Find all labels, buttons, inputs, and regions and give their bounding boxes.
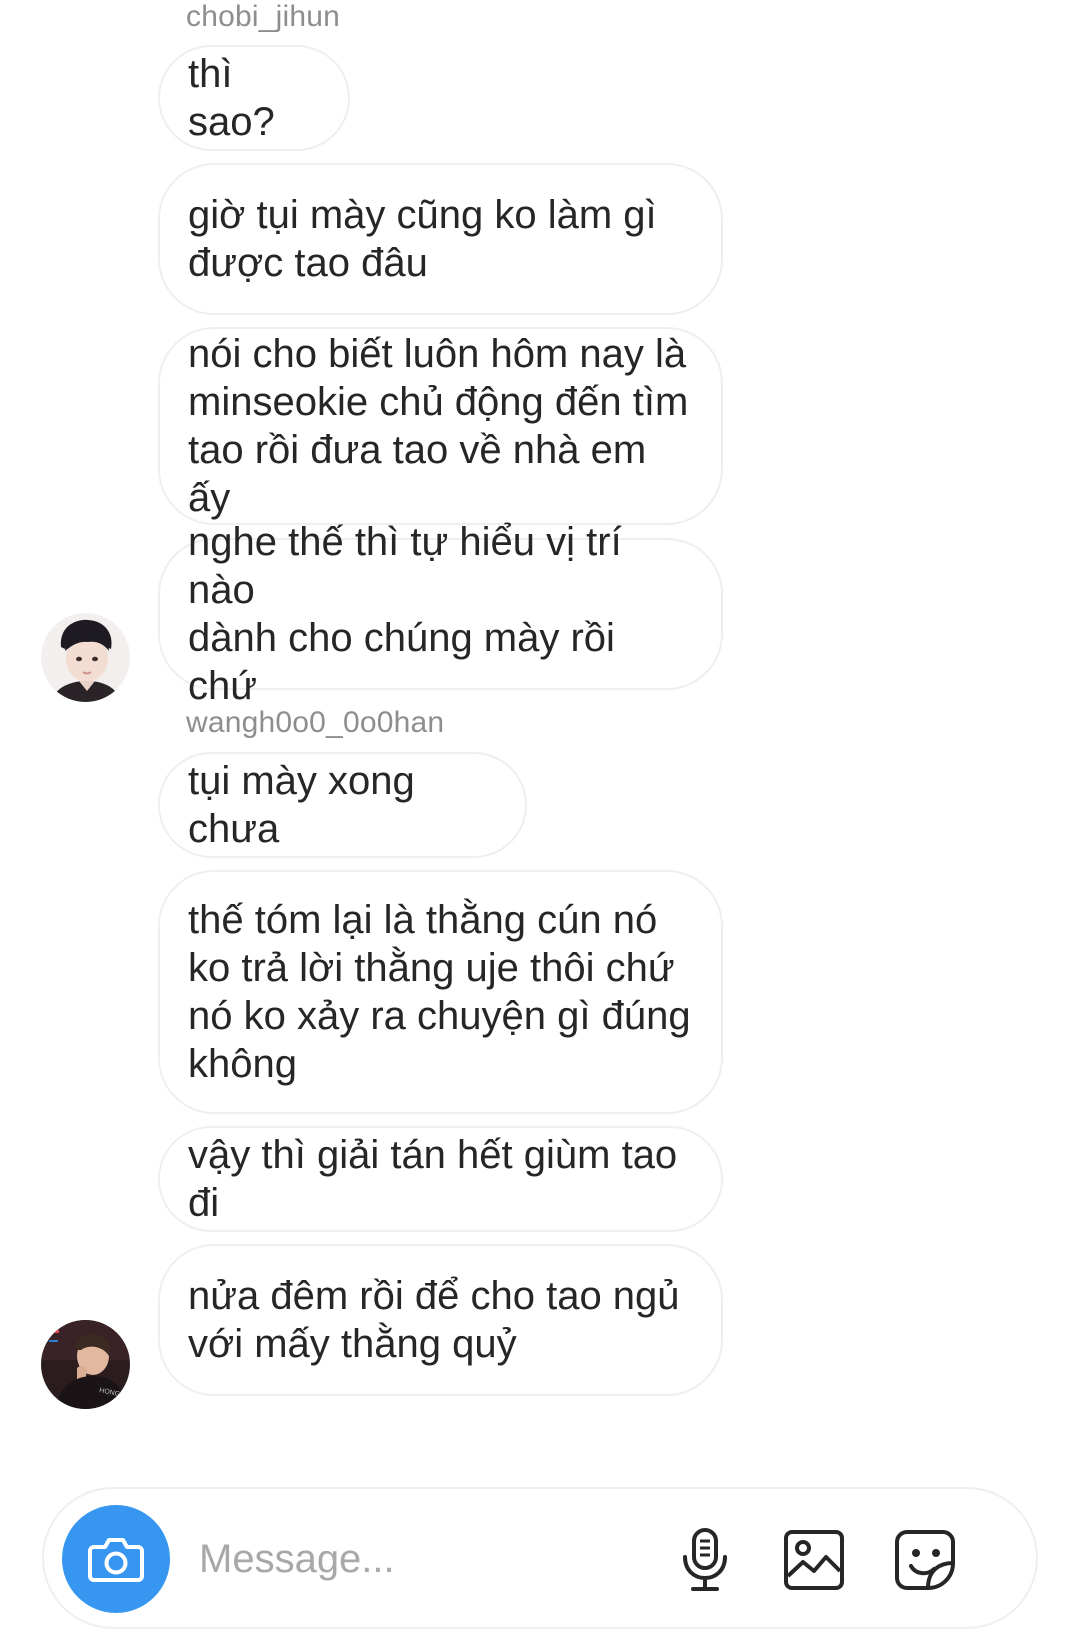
message-line: giờ tụi mày cũng ko làm gì — [188, 193, 657, 237]
message-line: nửa đêm rồi để cho tao ngủ — [188, 1274, 680, 1318]
message-bubble[interactable]: thế tóm lại là thằng cún nó ko trả lời t… — [158, 870, 723, 1114]
message-line: nghe thế thì tự hiểu vị trí nào — [188, 520, 622, 612]
sticker-icon — [895, 1530, 955, 1590]
profile-avatar-stage-photo-icon: HONG — [41, 1320, 130, 1409]
message-bubble[interactable]: vậy thì giải tán hết giùm tao đi — [158, 1126, 723, 1232]
message-line: thì sao? — [188, 52, 275, 144]
camera-icon — [88, 1538, 144, 1582]
gallery-icon — [784, 1530, 844, 1590]
message-line: nó ko xảy ra chuyện gì đúng — [188, 994, 691, 1038]
message-bubble[interactable]: tụi mày xong chưa — [158, 752, 527, 858]
microphone-button[interactable] — [672, 1527, 738, 1593]
gallery-button[interactable] — [781, 1527, 847, 1593]
sticker-button[interactable] — [892, 1527, 958, 1593]
message-bubble[interactable]: nghe thế thì tự hiểu vị trí nào dành cho… — [158, 520, 723, 708]
message-line: với mấy thằng quỷ — [188, 1322, 517, 1366]
microphone-icon — [683, 1528, 727, 1591]
message-line: tụi mày xong chưa — [188, 759, 415, 851]
message-line: không — [188, 1042, 297, 1086]
message-composer — [42, 1487, 1038, 1629]
message-bubble[interactable]: nói cho biết luôn hôm nay là minseokie c… — [158, 327, 723, 525]
message-bubble[interactable]: nửa đêm rồi để cho tao ngủ với mấy thằng… — [158, 1244, 723, 1396]
sender-name: chobi_jihun — [186, 0, 340, 33]
message-line: thế tóm lại là thằng cún nó — [188, 898, 658, 942]
message-bubble[interactable]: thì sao? — [158, 45, 350, 151]
message-line: tao rồi đưa tao về nhà em ấy — [188, 428, 647, 520]
avatar[interactable]: HONG — [41, 1320, 130, 1409]
message-line: vậy thì giải tán hết giùm tao đi — [188, 1133, 678, 1225]
message-line: ko trả lời thằng uje thôi chứ — [188, 946, 675, 990]
profile-avatar-dark-hair-boy-icon — [41, 613, 130, 702]
message-input[interactable] — [199, 1529, 679, 1589]
message-line: dành cho chúng mày rồi chứ — [188, 616, 615, 708]
message-line: nói cho biết luôn hôm nay là — [188, 332, 687, 376]
message-line: được tao đâu — [188, 241, 428, 285]
sender-name: wangh0o0_0o0han — [186, 706, 445, 739]
message-bubble[interactable]: giờ tụi mày cũng ko làm gì được tao đâu — [158, 163, 723, 315]
camera-button[interactable] — [62, 1505, 170, 1613]
avatar[interactable] — [41, 613, 130, 702]
message-line: minseokie chủ động đến tìm — [188, 380, 689, 424]
